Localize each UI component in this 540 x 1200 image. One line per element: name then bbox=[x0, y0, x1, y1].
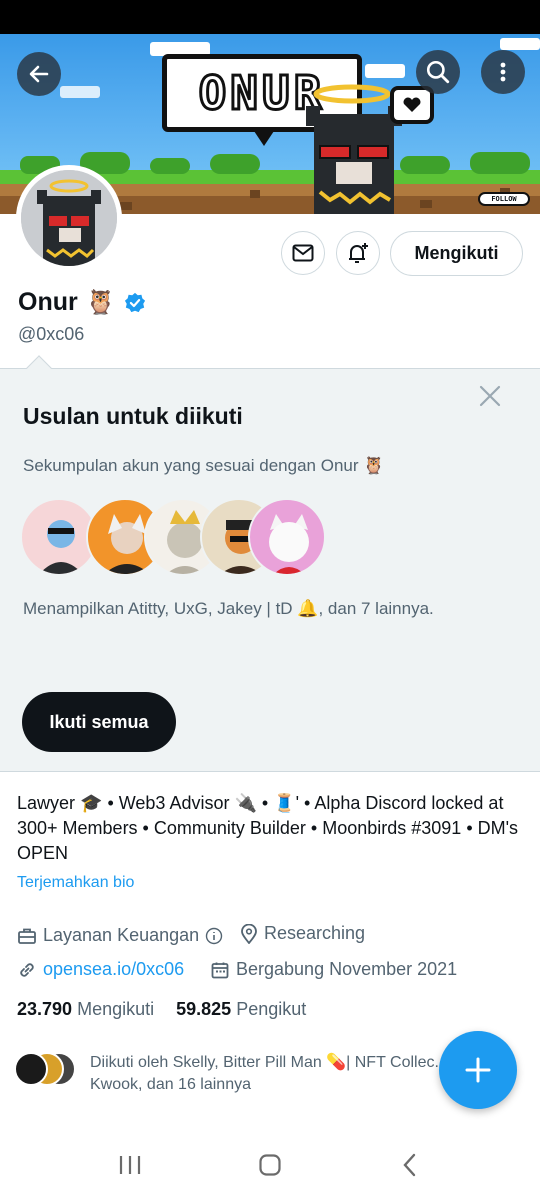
close-suggestions-button[interactable] bbox=[476, 382, 504, 410]
avatar-character bbox=[21, 170, 117, 266]
translate-bio-link[interactable]: Terjemahkan bio bbox=[17, 874, 134, 892]
avatar-image bbox=[21, 170, 117, 266]
status-bar bbox=[0, 0, 540, 34]
following-count: 23.790 bbox=[17, 999, 73, 1019]
followed-by-avatars bbox=[14, 1052, 80, 1088]
cloud bbox=[60, 86, 100, 98]
system-nav-bar bbox=[0, 1130, 540, 1200]
link-icon bbox=[20, 962, 34, 977]
category-label: Layanan Keuangan bbox=[43, 925, 200, 945]
envelope-icon bbox=[292, 244, 314, 262]
bio-text: Lawyer 🎓 • Web3 Advisor 🔌 • 🧵' • Alpha D… bbox=[17, 793, 519, 863]
suggestions-subtitle: Sekumpulan akun yang sesuai dengan Onur … bbox=[23, 456, 385, 475]
plus-icon bbox=[465, 1057, 491, 1083]
suggestions-title: Usulan untuk diikuti bbox=[23, 403, 243, 429]
following-stat[interactable]: 23.790 Mengikuti bbox=[17, 999, 154, 1020]
heart-icon bbox=[403, 97, 421, 112]
back-button[interactable] bbox=[17, 52, 61, 96]
suggested-avatars[interactable] bbox=[20, 498, 326, 578]
followed-by-line-2: Kwook, dan 16 lainnya bbox=[90, 1076, 251, 1093]
home-icon bbox=[259, 1154, 281, 1176]
handle: @0xc06 bbox=[18, 324, 85, 344]
more-vertical-icon bbox=[500, 62, 506, 82]
follow-stats: 23.790 Mengikuti 59.825 Pengikut bbox=[17, 999, 306, 1020]
compose-button[interactable] bbox=[439, 1031, 517, 1109]
follow-tag: FOLLOW bbox=[478, 192, 530, 206]
mini-avatar bbox=[14, 1052, 48, 1086]
followed-by-text: Diikuti oleh Skelly, Bitter Pill Man 💊| … bbox=[90, 1052, 448, 1096]
info-icon[interactable] bbox=[205, 927, 223, 945]
joined-row: Bergabung November 2021 bbox=[210, 959, 457, 980]
chevron-left-icon bbox=[403, 1153, 416, 1177]
website-link[interactable]: opensea.io/0xc06 bbox=[43, 959, 184, 980]
briefcase-icon bbox=[18, 928, 36, 944]
joined-label: Bergabung November 2021 bbox=[236, 959, 458, 979]
display-name: Onur bbox=[18, 288, 78, 316]
followers-label: Pengikut bbox=[236, 999, 307, 1019]
location-row: Researching bbox=[240, 923, 365, 944]
close-icon bbox=[479, 385, 501, 407]
bell-plus-icon bbox=[349, 243, 368, 263]
cloud bbox=[500, 38, 540, 50]
system-back-button[interactable] bbox=[390, 1145, 430, 1185]
following-button[interactable]: Mengikuti bbox=[390, 231, 523, 276]
location-pin-icon bbox=[241, 923, 257, 944]
name-emoji: 🦉 bbox=[85, 289, 116, 316]
search-icon bbox=[426, 60, 450, 84]
cloud bbox=[365, 64, 405, 78]
followed-by-line-1: Diikuti oleh Skelly, Bitter Pill Man 💊| … bbox=[90, 1054, 448, 1071]
message-button[interactable] bbox=[281, 231, 325, 275]
recent-apps-icon bbox=[119, 1156, 141, 1174]
category-row: Layanan Keuangan bbox=[17, 925, 223, 946]
arrow-left-icon bbox=[29, 65, 49, 83]
calendar-icon bbox=[211, 962, 229, 978]
more-options-button[interactable] bbox=[481, 50, 525, 94]
following-label: Mengikuti bbox=[77, 999, 155, 1019]
location-label: Researching bbox=[264, 923, 366, 943]
search-button[interactable] bbox=[416, 50, 460, 94]
notifications-button[interactable] bbox=[336, 231, 380, 275]
suggested-avatar[interactable] bbox=[248, 498, 326, 576]
recent-apps-button[interactable] bbox=[110, 1145, 150, 1185]
verified-badge-icon[interactable] bbox=[124, 292, 146, 314]
speech-tail bbox=[252, 128, 276, 146]
suggestions-description: Menampilkan Atitty, UxG, Jakey | tD 🔔, d… bbox=[23, 599, 434, 618]
home-button[interactable] bbox=[250, 1145, 290, 1185]
website-row: opensea.io/0xc06 bbox=[17, 959, 184, 980]
follow-all-button[interactable]: Ikuti semua bbox=[22, 692, 176, 752]
followers-count: 59.825 bbox=[176, 999, 232, 1019]
name-row: Onur 🦉 bbox=[18, 288, 146, 317]
followers-stat[interactable]: 59.825 Pengikut bbox=[176, 999, 306, 1020]
avatar[interactable] bbox=[16, 165, 122, 271]
